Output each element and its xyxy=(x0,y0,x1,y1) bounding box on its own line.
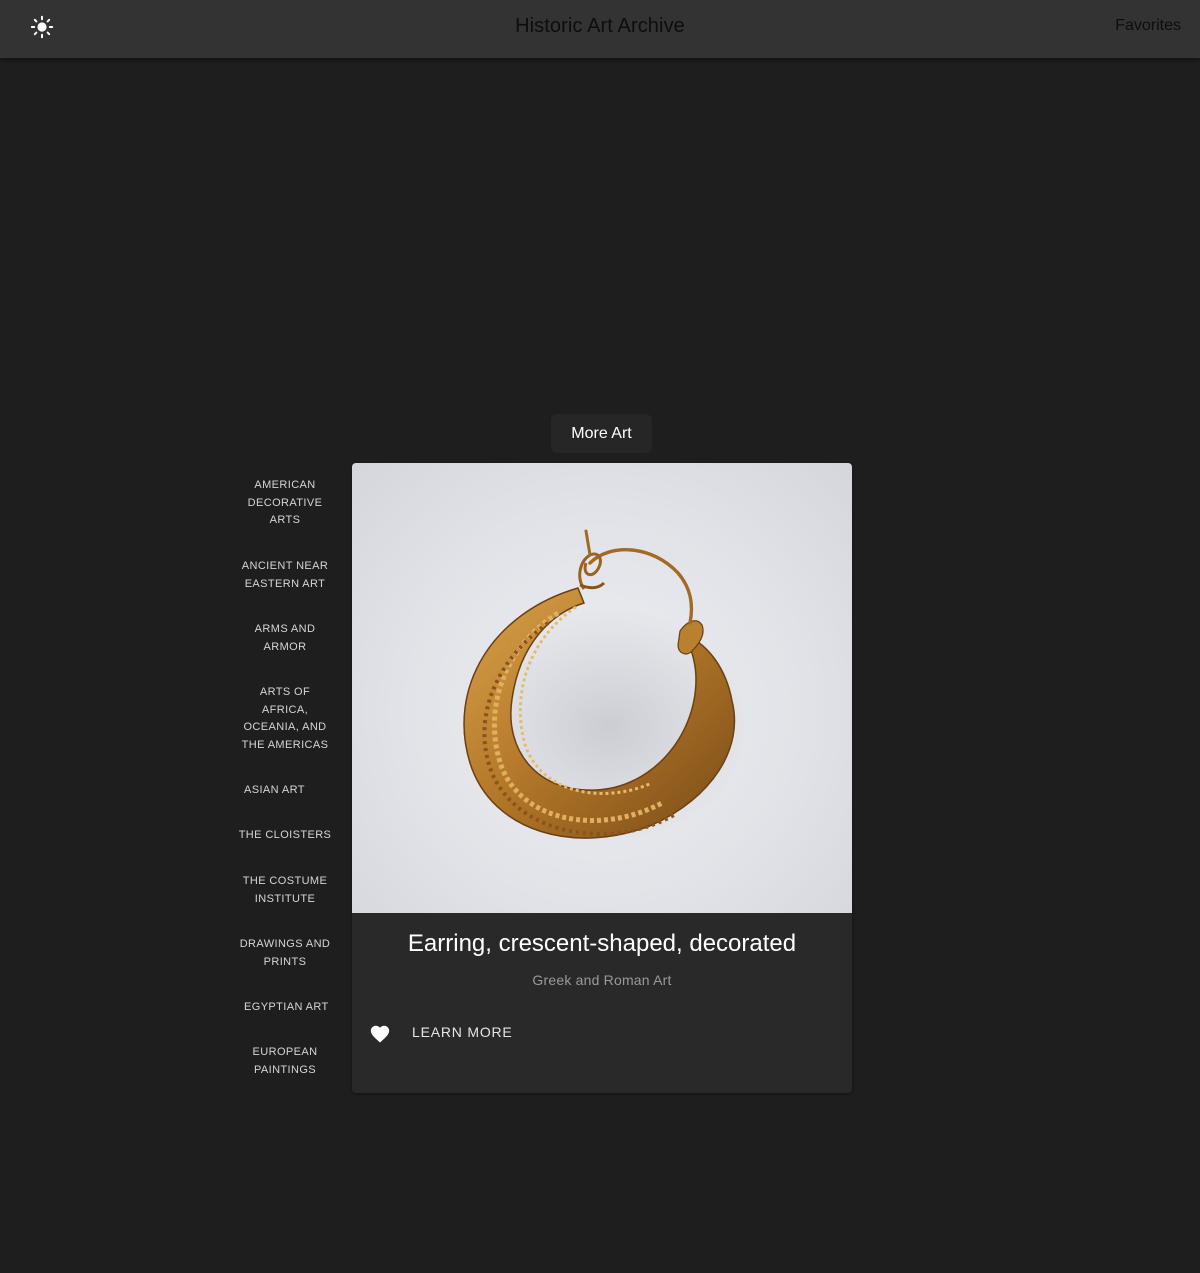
artwork-title: Earring, crescent-shaped, decorated xyxy=(407,930,797,957)
dept-arms-and-armor[interactable]: Arms and Armor xyxy=(236,621,334,656)
dept-drawings-and-prints[interactable]: Drawings and Prints xyxy=(236,936,334,971)
heart-icon xyxy=(370,1025,390,1043)
favorite-button[interactable] xyxy=(369,1023,391,1045)
learn-more-button[interactable]: Learn More xyxy=(412,1024,513,1040)
app-bar: Historic Art Archive Favorites xyxy=(0,0,1200,58)
dept-european-paintings[interactable]: European Paintings xyxy=(236,1044,334,1079)
dept-american-decorative-arts[interactable]: American Decorative Arts xyxy=(236,477,334,530)
artwork-card: Earring, crescent-shaped, decorated Gree… xyxy=(352,463,852,1093)
app-title: Historic Art Archive xyxy=(515,15,685,37)
dept-arts-of-africa-oceania-americas[interactable]: Arts of Africa, Oceania, and the America… xyxy=(236,684,334,754)
dept-the-cloisters[interactable]: The Cloisters xyxy=(236,827,334,845)
dept-ancient-near-eastern-art[interactable]: Ancient Near Eastern Art xyxy=(236,558,334,593)
artwork-image xyxy=(352,463,852,913)
earring-image xyxy=(463,529,748,843)
dept-egyptian-art[interactable]: Egyptian Art xyxy=(236,999,334,1017)
dept-asian-art[interactable]: Asian Art xyxy=(236,782,334,800)
favorites-link[interactable]: Favorites xyxy=(1115,17,1181,35)
dept-costume-institute[interactable]: The Costume Institute xyxy=(236,873,334,908)
more-art-button[interactable]: More Art xyxy=(551,414,652,453)
artwork-department: Greek and Roman Art xyxy=(532,972,672,988)
